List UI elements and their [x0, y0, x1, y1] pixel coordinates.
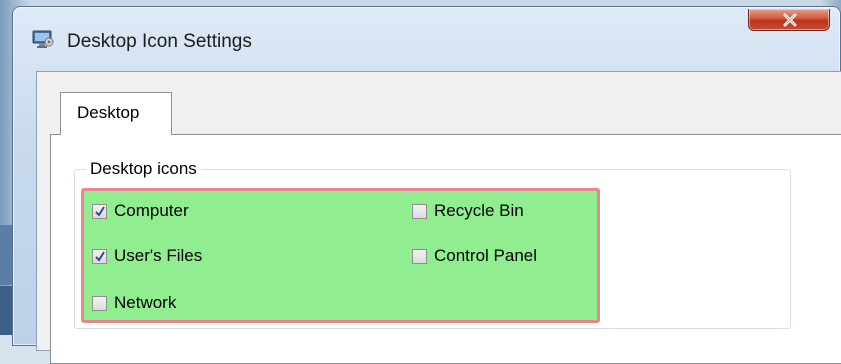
- checkbox-box[interactable]: [92, 203, 107, 219]
- checkbox-computer[interactable]: Computer: [92, 201, 189, 221]
- checkbox-box[interactable]: [412, 248, 427, 264]
- title-bar[interactable]: Desktop Icon Settings: [13, 7, 840, 65]
- tab-desktop[interactable]: Desktop: [60, 92, 172, 135]
- desktop-icons-group: Desktop icons Computer User's Files Netw…: [74, 159, 791, 329]
- check-icon: [95, 205, 105, 217]
- tab-desktop-label: Desktop: [77, 103, 140, 122]
- checkbox-network[interactable]: Network: [92, 293, 176, 313]
- desktop-edge: [0, 225, 12, 285]
- checkbox-label: Computer: [114, 201, 189, 220]
- checkbox-recycle-bin[interactable]: Recycle Bin: [412, 201, 524, 221]
- desktop-edge-dark: [0, 286, 12, 335]
- checkbox-label: User's Files: [114, 246, 203, 265]
- close-button[interactable]: [748, 9, 830, 31]
- checkbox-box[interactable]: [412, 203, 427, 219]
- checkbox-label: Control Panel: [434, 246, 538, 265]
- checkbox-control-panel[interactable]: Control Panel: [412, 246, 537, 266]
- window-title: Desktop Icon Settings: [67, 31, 252, 52]
- checkbox-label: Network: [114, 293, 177, 312]
- checkbox-box[interactable]: [92, 248, 107, 264]
- desktop-icon-settings-window: Desktop Icon Settings Desktop Desktop ic…: [12, 6, 841, 364]
- group-legend: Desktop icons: [86, 159, 201, 179]
- dialog-client-area: Desktop Desktop icons Computer User's Fi…: [36, 71, 841, 364]
- check-icon: [95, 250, 105, 262]
- checkbox-box[interactable]: [92, 295, 107, 311]
- checkbox-label: Recycle Bin: [434, 201, 524, 220]
- close-icon: [783, 13, 797, 27]
- highlight-region: Computer User's Files Network Recycle Bi…: [81, 188, 600, 323]
- desktop-tab-panel: Desktop icons Computer User's Files Netw…: [50, 134, 841, 364]
- desktop-settings-icon: [32, 29, 54, 49]
- checkbox-users-files[interactable]: User's Files: [92, 246, 202, 266]
